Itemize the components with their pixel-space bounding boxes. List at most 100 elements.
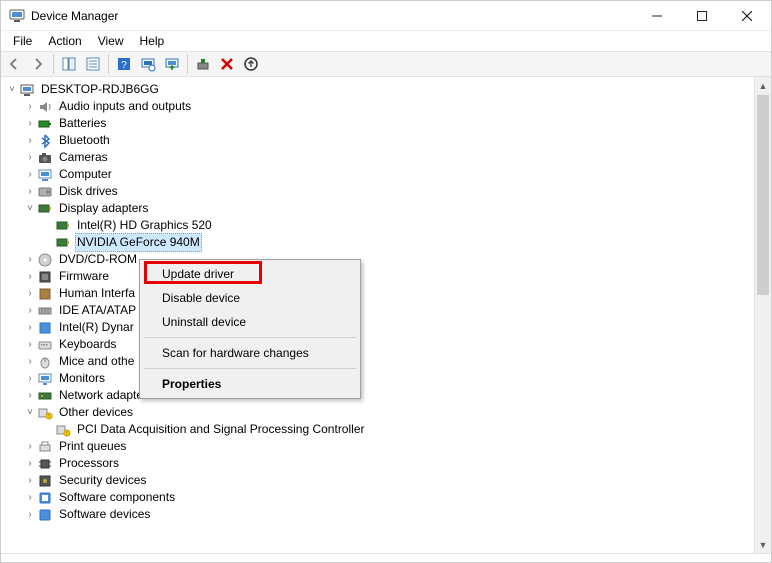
titlebar: Device Manager bbox=[1, 1, 771, 31]
tree-category[interactable]: › IDE ATA/ATAP bbox=[5, 302, 754, 319]
intel-dynamic-icon bbox=[37, 320, 53, 336]
expand-icon[interactable]: › bbox=[23, 321, 37, 335]
tree-category[interactable]: › Audio inputs and outputs bbox=[5, 98, 754, 115]
vertical-scrollbar[interactable]: ▲ ▼ bbox=[754, 77, 771, 553]
expand-icon[interactable]: › bbox=[23, 338, 37, 352]
expand-icon[interactable]: › bbox=[23, 185, 37, 199]
tree-label: Disk drives bbox=[57, 183, 120, 200]
tree-category[interactable]: › Batteries bbox=[5, 115, 754, 132]
toolbar-back-button[interactable] bbox=[3, 53, 25, 75]
tree-category[interactable]: › Security devices bbox=[5, 472, 754, 489]
dvd-icon bbox=[37, 252, 53, 268]
ctx-separator bbox=[144, 368, 356, 369]
expand-icon[interactable]: › bbox=[23, 151, 37, 165]
tree-category[interactable]: › Software devices bbox=[5, 506, 754, 523]
tree-device-intel-gfx[interactable]: › Intel(R) HD Graphics 520 bbox=[5, 217, 754, 234]
tree-category[interactable]: › Intel(R) Dynar bbox=[5, 319, 754, 336]
expand-icon[interactable]: › bbox=[23, 304, 37, 318]
tree-label: Mice and othe bbox=[57, 353, 136, 370]
tree-category[interactable]: › Network adapters bbox=[5, 387, 754, 404]
expand-icon[interactable]: › bbox=[23, 474, 37, 488]
tree-label: Computer bbox=[57, 166, 114, 183]
tree-category[interactable]: › Keyboards bbox=[5, 336, 754, 353]
tree-category[interactable]: › Software components bbox=[5, 489, 754, 506]
svg-text:!: ! bbox=[66, 431, 67, 437]
ctx-update-driver[interactable]: Update driver bbox=[142, 262, 358, 286]
ctx-disable-device[interactable]: Disable device bbox=[142, 286, 358, 310]
tree-category-other[interactable]: ˅ ! Other devices bbox=[5, 404, 754, 421]
tree-category[interactable]: › Monitors bbox=[5, 370, 754, 387]
expand-icon[interactable]: › bbox=[23, 491, 37, 505]
tree-label: NVIDIA GeForce 940M bbox=[75, 233, 202, 252]
ctx-scan-hardware[interactable]: Scan for hardware changes bbox=[142, 341, 358, 365]
keyboard-icon bbox=[37, 337, 53, 353]
menu-action[interactable]: Action bbox=[40, 32, 89, 50]
tree-label: Intel(R) Dynar bbox=[57, 319, 136, 336]
monitor-icon bbox=[37, 371, 53, 387]
tree-category[interactable]: › Mice and othe bbox=[5, 353, 754, 370]
tree-label: Other devices bbox=[57, 404, 135, 421]
device-tree[interactable]: ˅ DESKTOP-RDJB6GG › Audio inputs and out… bbox=[1, 77, 754, 553]
toolbar-properties-button[interactable] bbox=[82, 53, 104, 75]
toolbar-scan-button[interactable] bbox=[137, 53, 159, 75]
scrollbar-thumb[interactable] bbox=[757, 95, 769, 295]
collapse-icon[interactable]: ˅ bbox=[23, 202, 37, 216]
disk-icon bbox=[37, 184, 53, 200]
tree-category[interactable]: › Firmware bbox=[5, 268, 754, 285]
print-queue-icon bbox=[37, 439, 53, 455]
tree-device-pci[interactable]: › ! PCI Data Acquisition and Signal Proc… bbox=[5, 421, 754, 438]
minimize-button[interactable] bbox=[634, 1, 679, 30]
network-icon bbox=[37, 388, 53, 404]
expand-icon[interactable]: › bbox=[23, 389, 37, 403]
expand-icon[interactable]: › bbox=[23, 168, 37, 182]
toolbar-forward-button[interactable] bbox=[27, 53, 49, 75]
display-adapter-icon bbox=[37, 201, 53, 217]
maximize-button[interactable] bbox=[679, 1, 724, 30]
toolbar-uninstall-button[interactable] bbox=[216, 53, 238, 75]
scroll-down-button[interactable]: ▼ bbox=[755, 536, 771, 553]
tree-label: Firmware bbox=[57, 268, 111, 285]
expand-icon[interactable]: › bbox=[23, 253, 37, 267]
display-adapter-icon bbox=[55, 235, 71, 251]
tree-root[interactable]: ˅ DESKTOP-RDJB6GG bbox=[5, 81, 754, 98]
toolbar-help-button[interactable]: ? bbox=[113, 53, 135, 75]
toolbar-show-hide-button[interactable] bbox=[58, 53, 80, 75]
expand-icon[interactable]: › bbox=[23, 508, 37, 522]
tree-category-display[interactable]: ˅ Display adapters bbox=[5, 200, 754, 217]
expand-icon[interactable]: › bbox=[23, 355, 37, 369]
toolbar-update-button[interactable] bbox=[161, 53, 183, 75]
tree-category[interactable]: › DVD/CD-ROM bbox=[5, 251, 754, 268]
close-button[interactable] bbox=[724, 1, 769, 30]
tree-category[interactable]: › Cameras bbox=[5, 149, 754, 166]
tree-device-nvidia[interactable]: › NVIDIA GeForce 940M bbox=[5, 234, 754, 251]
expand-icon[interactable]: › bbox=[23, 287, 37, 301]
tree-category[interactable]: › Processors bbox=[5, 455, 754, 472]
menu-help[interactable]: Help bbox=[132, 32, 173, 50]
toolbar-add-legacy-button[interactable] bbox=[240, 53, 262, 75]
tree-category[interactable]: › Bluetooth bbox=[5, 132, 754, 149]
menu-file[interactable]: File bbox=[5, 32, 40, 50]
ctx-properties[interactable]: Properties bbox=[142, 372, 358, 396]
expand-icon[interactable]: › bbox=[23, 100, 37, 114]
menu-view[interactable]: View bbox=[90, 32, 132, 50]
toolbar-separator bbox=[187, 54, 188, 74]
ctx-uninstall-device[interactable]: Uninstall device bbox=[142, 310, 358, 334]
expand-icon[interactable]: › bbox=[23, 134, 37, 148]
scroll-up-button[interactable]: ▲ bbox=[755, 77, 771, 94]
other-devices-icon: ! bbox=[37, 405, 53, 421]
expand-icon[interactable]: › bbox=[23, 117, 37, 131]
computer-icon bbox=[19, 82, 35, 98]
tree-category[interactable]: › Computer bbox=[5, 166, 754, 183]
expand-icon[interactable]: › bbox=[23, 270, 37, 284]
toolbar-enable-button[interactable] bbox=[192, 53, 214, 75]
expand-icon[interactable]: › bbox=[23, 457, 37, 471]
collapse-icon[interactable]: ˅ bbox=[5, 83, 19, 97]
software-component-icon bbox=[37, 490, 53, 506]
tree-category[interactable]: › Disk drives bbox=[5, 183, 754, 200]
tree-label: DVD/CD-ROM bbox=[57, 251, 139, 268]
expand-icon[interactable]: › bbox=[23, 440, 37, 454]
tree-category[interactable]: › Human Interfa bbox=[5, 285, 754, 302]
tree-category[interactable]: › Print queues bbox=[5, 438, 754, 455]
expand-icon[interactable]: › bbox=[23, 372, 37, 386]
collapse-icon[interactable]: ˅ bbox=[23, 406, 37, 420]
